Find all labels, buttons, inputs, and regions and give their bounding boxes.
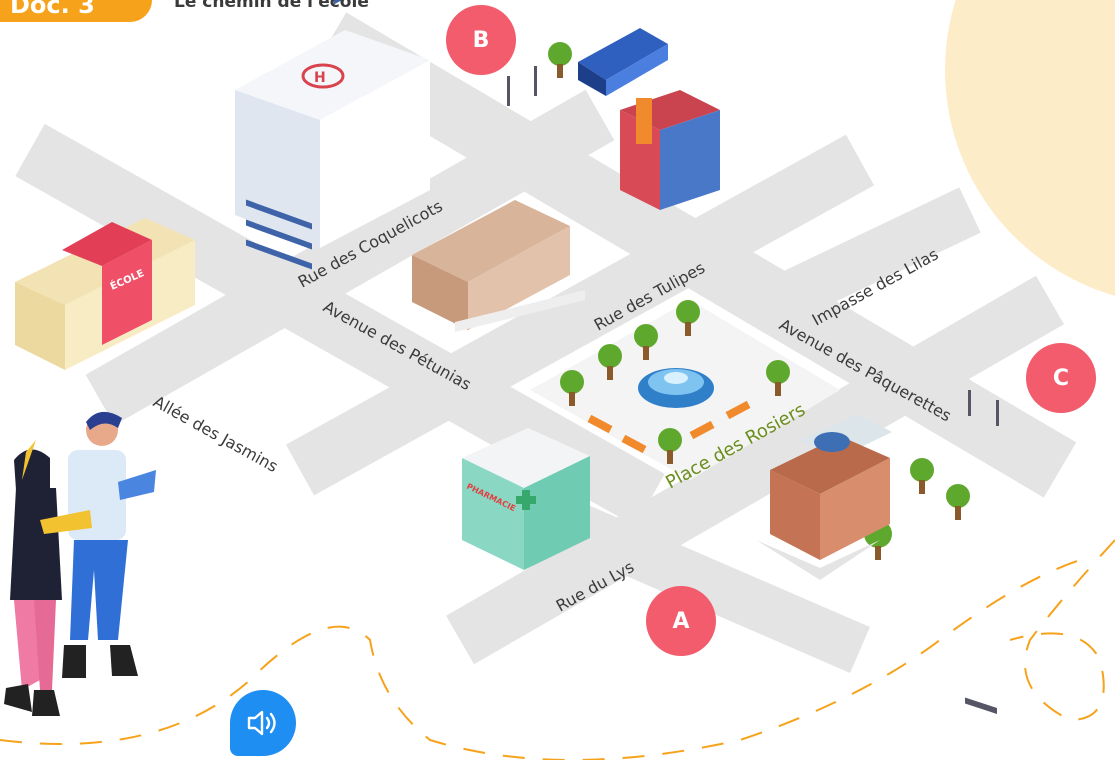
corner-blob <box>945 0 1115 296</box>
cinema-building <box>620 90 720 210</box>
label-allee-jasmins: Allée des Jasmins <box>150 392 281 476</box>
svg-text:H: H <box>314 70 326 86</box>
marker-b[interactable]: B <box>446 5 516 75</box>
speaker-icon <box>247 710 276 736</box>
marker-c[interactable]: C <box>1026 343 1096 413</box>
doc-title: Le chemin de l'école <box>174 0 369 12</box>
marker-a[interactable]: A <box>646 586 716 656</box>
students-illustration <box>4 411 156 716</box>
audio-button[interactable] <box>230 690 296 756</box>
doc-number: Doc. 3 <box>10 0 95 19</box>
city-map: H ÉCOLE PHARMACIE Rue des Coquelicots Av… <box>0 0 1115 760</box>
bus-stop-b <box>507 28 668 106</box>
dome-icon <box>814 432 850 452</box>
